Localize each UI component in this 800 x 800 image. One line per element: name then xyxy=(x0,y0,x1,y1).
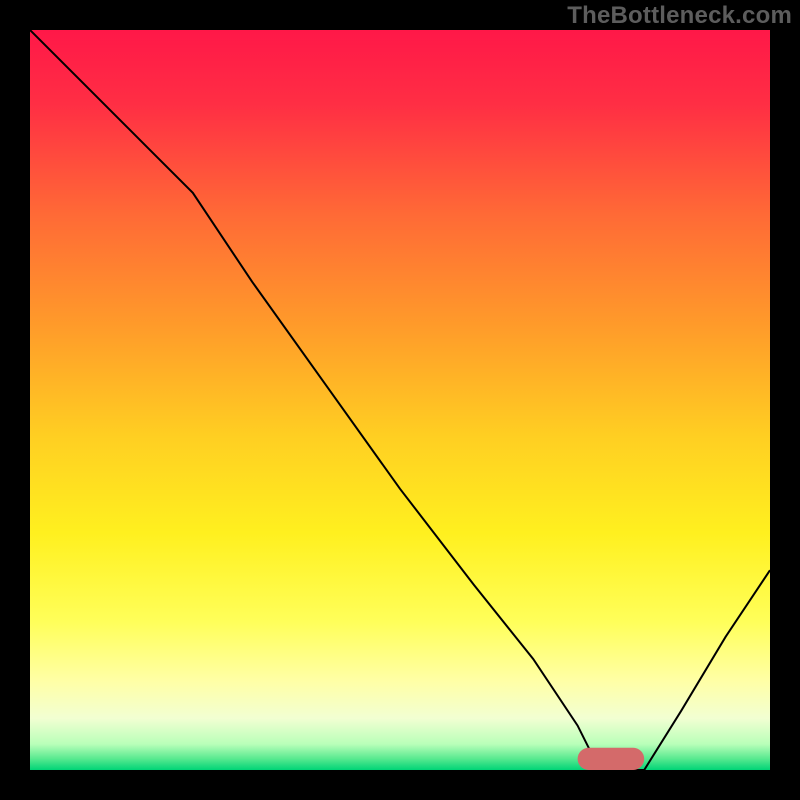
chart-frame: TheBottleneck.com xyxy=(0,0,800,800)
chart-svg xyxy=(30,30,770,770)
watermark-text: TheBottleneck.com xyxy=(567,2,792,30)
optimal-range-marker xyxy=(578,748,645,770)
plot-area xyxy=(30,30,770,770)
